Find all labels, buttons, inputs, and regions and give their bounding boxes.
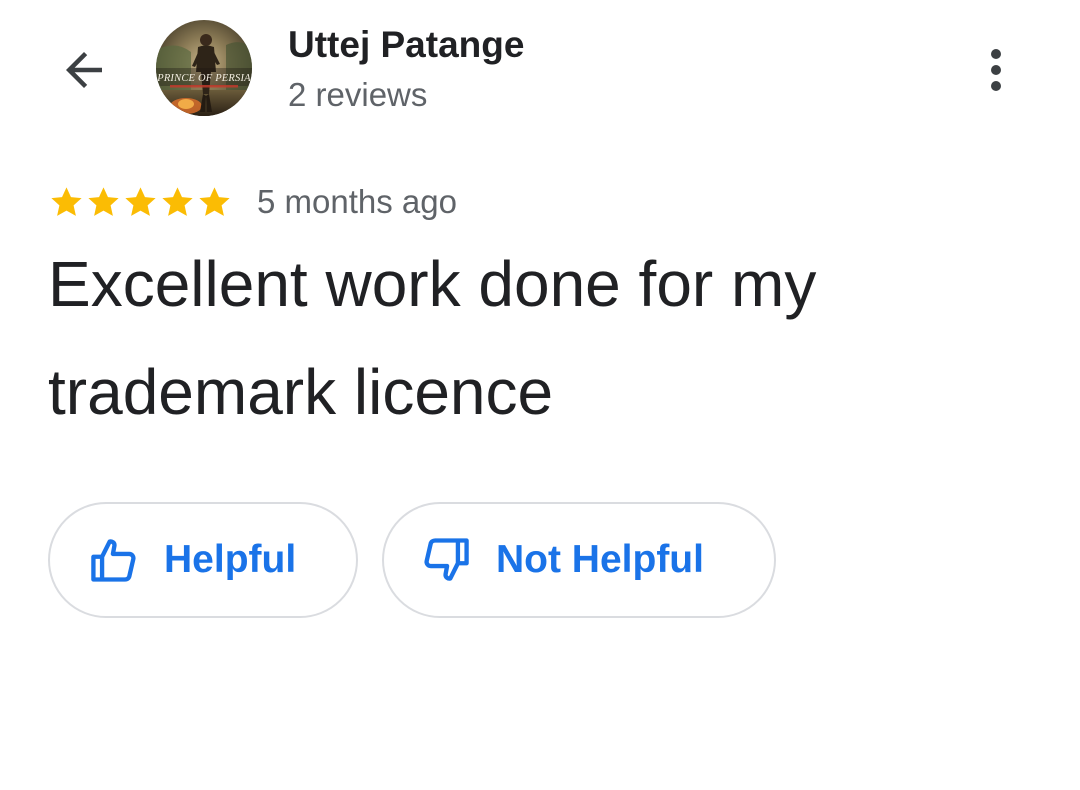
not-helpful-label: Not Helpful	[496, 538, 704, 581]
thumb-down-icon	[420, 534, 472, 586]
helpful-label: Helpful	[164, 538, 297, 581]
avatar-image: PRINCE OF PERSIA	[156, 20, 252, 116]
arrow-left-icon	[66, 52, 102, 88]
star-icon	[125, 186, 156, 216]
star-icon	[162, 186, 193, 216]
star-icon	[88, 186, 119, 216]
reviewer-name[interactable]: Uttej Patange	[288, 22, 524, 68]
helpful-button[interactable]: Helpful	[48, 502, 358, 618]
thumb-up-icon	[88, 534, 140, 586]
more-vert-icon	[991, 49, 1001, 91]
star-icon	[51, 186, 82, 216]
review-date: 5 months ago	[257, 183, 457, 220]
not-helpful-button[interactable]: Not Helpful	[382, 502, 776, 618]
star-rating	[48, 184, 233, 221]
avatar[interactable]: PRINCE OF PERSIA	[156, 20, 252, 116]
review-text: Excellent work done for my trademark lic…	[48, 248, 817, 428]
rating-row: 5 months ago	[48, 180, 457, 224]
avatar-logo-text: PRINCE OF PERSIA	[156, 73, 251, 84]
back-button[interactable]	[52, 40, 116, 100]
more-options-button[interactable]	[966, 38, 1026, 102]
star-icon	[199, 186, 230, 216]
review-count: 2 reviews	[288, 76, 428, 113]
